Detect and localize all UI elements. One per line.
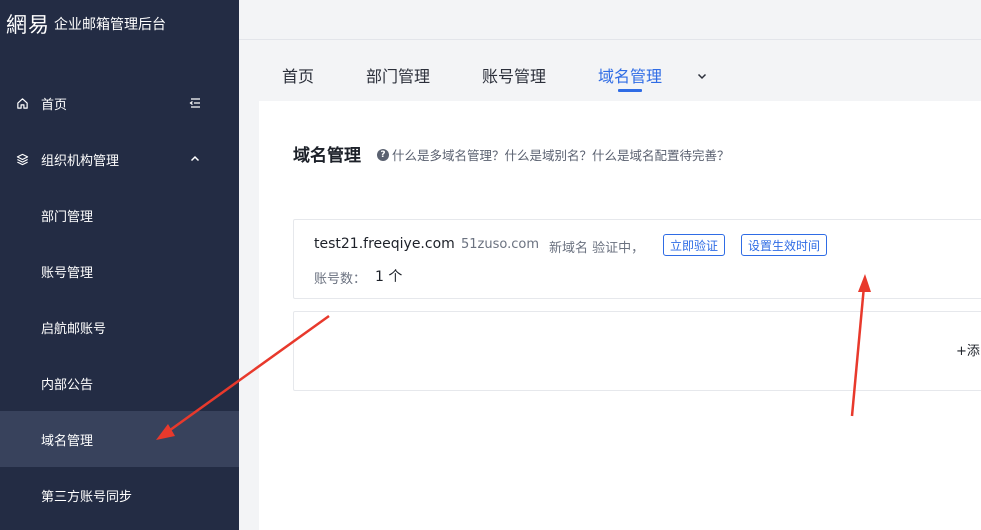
- tab-home[interactable]: 首页: [282, 63, 314, 87]
- tab-bar: 首页 部门管理 账号管理 域名管理: [239, 41, 981, 101]
- help-link[interactable]: ? 什么是多域名管理？什么是域别名？什么是域名配置待完善？: [377, 145, 730, 164]
- domain-name: test21.freeqiye.com: [314, 236, 455, 252]
- sidebar-item-label: 域名管理: [41, 433, 94, 449]
- tab-accounts[interactable]: 账号管理: [482, 63, 546, 87]
- tab-departments[interactable]: 部门管理: [366, 63, 430, 87]
- sidebar-item-label: 第三方账号同步: [41, 489, 133, 505]
- main-panel: 域名管理 ? 什么是多域名管理？什么是域别名？什么是域名配置待完善？ test2…: [259, 101, 981, 530]
- chevron-up-icon: [187, 151, 203, 167]
- sidebar-item-home[interactable]: 首页: [0, 75, 239, 131]
- netease-logo: 網易: [6, 13, 50, 37]
- sidebar-item-qihang-accounts[interactable]: 启航邮账号: [0, 299, 239, 355]
- top-bar: [239, 0, 981, 40]
- sidebar-item-label: 内部公告: [41, 377, 94, 393]
- sidebar-item-organization[interactable]: 组织机构管理: [0, 131, 239, 187]
- sidebar-item-announcements[interactable]: 内部公告: [0, 355, 239, 411]
- home-icon: [15, 96, 29, 110]
- sidebar-item-label: 部门管理: [41, 209, 94, 225]
- page-title: 域名管理: [293, 146, 361, 166]
- sidebar-item-label: 账号管理: [41, 265, 94, 281]
- verify-now-button[interactable]: 立即验证: [663, 234, 726, 256]
- add-domain-card: +添: [293, 311, 981, 391]
- account-count-value: 1 个: [375, 269, 403, 285]
- domain-card: test21.freeqiye.com 51zuso.com 新域名 验证中， …: [293, 219, 981, 299]
- organization-icon: [15, 152, 29, 166]
- sidebar: 網易 企业邮箱管理后台 首页 组织机构管理 部门管理 账号管理 启航邮账号 内部…: [0, 0, 239, 530]
- chevron-down-icon[interactable]: [695, 68, 709, 82]
- active-tab-indicator: [618, 89, 642, 92]
- collapse-menu-icon[interactable]: [187, 95, 203, 111]
- sidebar-item-accounts[interactable]: 账号管理: [0, 243, 239, 299]
- brand: 網易 企业邮箱管理后台: [6, 9, 166, 39]
- sidebar-item-third-party-sync[interactable]: 第三方账号同步: [0, 467, 239, 523]
- sidebar-item-label: 组织机构管理: [41, 153, 120, 169]
- help-text: 什么是多域名管理？什么是域别名？什么是域名配置待完善？: [392, 148, 730, 163]
- sidebar-item-domains[interactable]: 域名管理: [0, 411, 239, 467]
- brand-title: 企业邮箱管理后台: [54, 17, 166, 33]
- domain-status: 新域名 验证中，: [549, 241, 645, 256]
- tab-domains[interactable]: 域名管理: [598, 63, 662, 87]
- sidebar-item-departments[interactable]: 部门管理: [0, 187, 239, 243]
- question-icon: ?: [377, 148, 389, 161]
- add-domain-link[interactable]: +添: [956, 340, 980, 359]
- account-count-label: 账号数：: [314, 272, 367, 287]
- set-effective-time-button[interactable]: 设置生效时间: [741, 234, 828, 256]
- sidebar-item-label: 启航邮账号: [41, 321, 107, 337]
- sidebar-item-label: 首页: [41, 97, 68, 113]
- domain-alias: 51zuso.com: [461, 237, 539, 252]
